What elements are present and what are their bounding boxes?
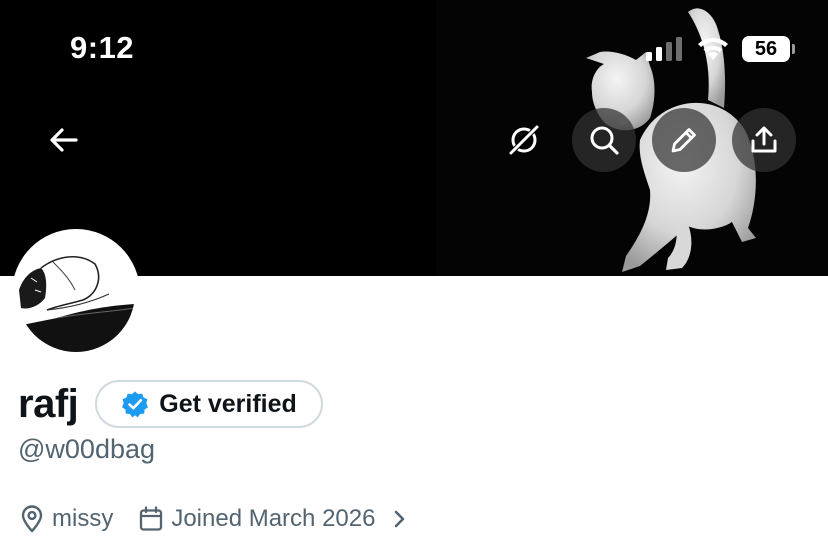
back-button[interactable] bbox=[32, 108, 96, 172]
display-name: rafj bbox=[18, 381, 79, 426]
location: missy bbox=[20, 505, 113, 533]
avatar-image bbox=[17, 234, 135, 352]
user-handle: @w00dbag bbox=[18, 434, 156, 464]
grok-button[interactable] bbox=[492, 108, 556, 172]
avatar-drawing bbox=[17, 234, 135, 352]
chevron-right-icon bbox=[393, 509, 407, 529]
cellular-signal-icon bbox=[646, 37, 682, 61]
battery-tip bbox=[792, 44, 795, 54]
battery-level: 56 bbox=[754, 37, 778, 60]
get-verified-label: Get verified bbox=[159, 389, 297, 418]
joined-date[interactable]: Joined March 2026 bbox=[139, 505, 407, 533]
edit-pencil-icon bbox=[671, 128, 696, 153]
battery-icon: 56 bbox=[742, 36, 795, 62]
status-icons: 56 bbox=[646, 34, 795, 64]
search-button[interactable] bbox=[572, 108, 636, 172]
calendar-icon bbox=[140, 506, 163, 531]
profile-page: 9:12 56 rafj Get verified @w00dbag missy… bbox=[0, 0, 828, 540]
back-arrow-icon bbox=[50, 128, 78, 152]
verified-badge-icon bbox=[122, 391, 149, 418]
avatar[interactable] bbox=[12, 229, 140, 357]
wifi-icon bbox=[698, 37, 728, 60]
name-row: rafj Get verified bbox=[18, 378, 323, 430]
status-time: 9:12 bbox=[70, 30, 135, 65]
get-verified-button[interactable]: Get verified bbox=[95, 380, 323, 428]
grok-icon bbox=[509, 125, 539, 155]
profile-meta: missy Joined March 2026 bbox=[20, 502, 407, 536]
share-button[interactable] bbox=[732, 108, 796, 172]
joined-text: Joined March 2026 bbox=[171, 505, 376, 532]
share-icon bbox=[751, 126, 777, 153]
profile-banner[interactable]: 9:12 56 bbox=[0, 0, 828, 276]
edit-button[interactable] bbox=[652, 108, 716, 172]
location-text: missy bbox=[52, 505, 114, 532]
search-icon bbox=[590, 126, 619, 155]
location-pin-icon bbox=[21, 505, 43, 533]
